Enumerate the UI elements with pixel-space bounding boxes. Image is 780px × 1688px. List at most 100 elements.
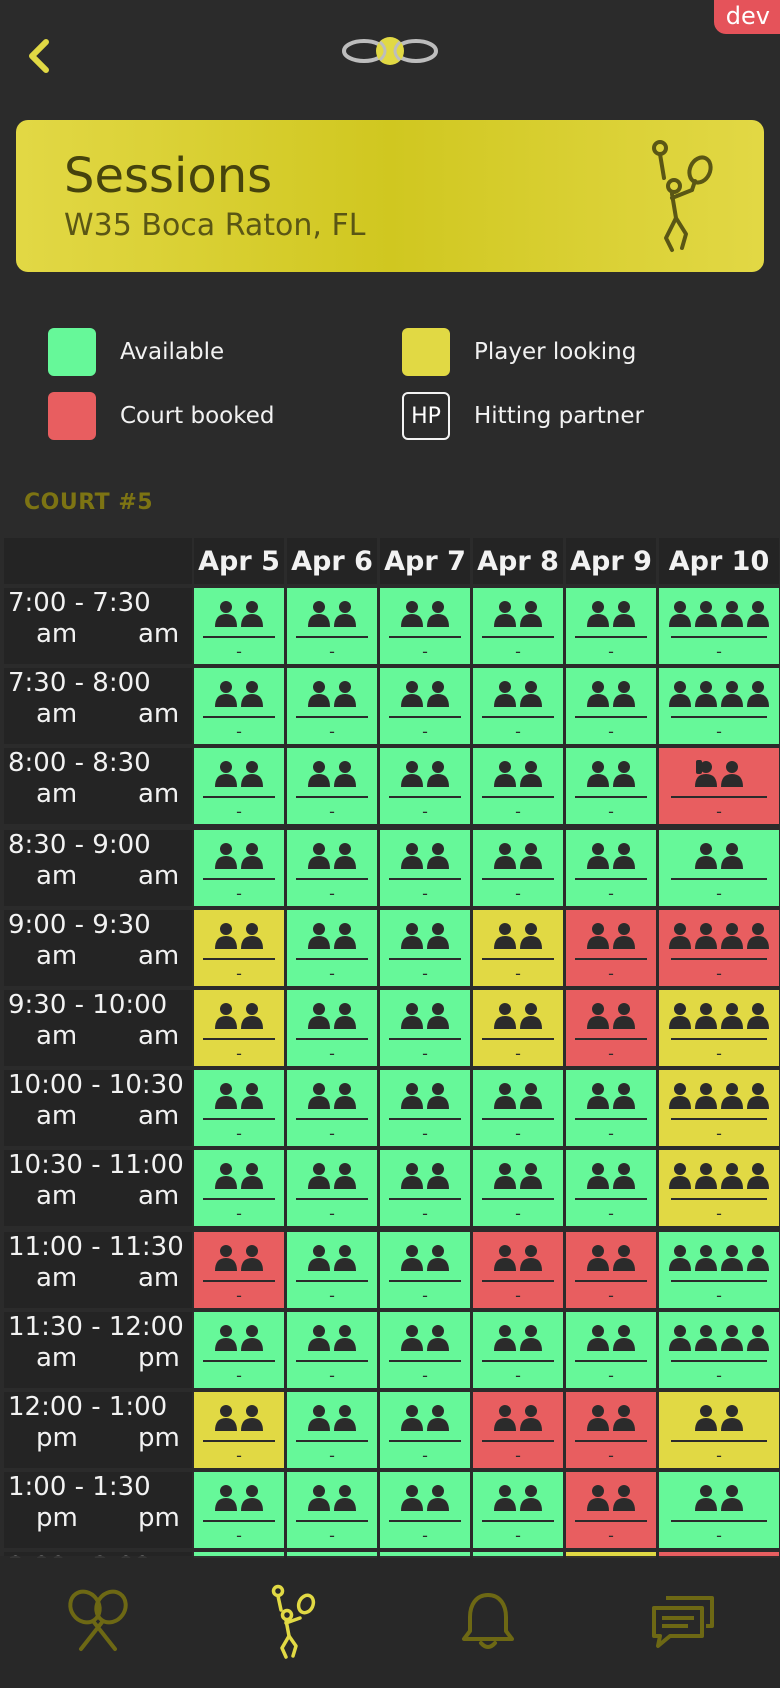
session-slot-avail[interactable]: - [659,1232,779,1308]
session-slot-avail[interactable]: - [287,1392,377,1468]
session-slot-avail[interactable]: - [473,1312,563,1388]
slot-divider [296,1520,368,1522]
slot-status: - [515,642,521,661]
slot-players [667,678,771,710]
session-slot-avail[interactable]: - [380,1150,470,1226]
nav-sessions-rackets[interactable] [43,1572,153,1672]
session-slot-avail[interactable]: - [380,588,470,664]
session-slot-booked[interactable]: - [566,1392,656,1468]
nav-player[interactable] [238,1572,348,1672]
session-slot-avail[interactable]: - [566,830,656,906]
session-slot-booked[interactable]: - [659,748,779,824]
session-slot-looking[interactable]: - [659,1392,779,1468]
session-slot-booked[interactable]: - [566,1472,656,1548]
session-slot-avail[interactable]: - [473,588,563,664]
session-slot-avail[interactable]: - [287,748,377,824]
session-slot-avail[interactable]: - [194,1472,284,1548]
session-slot-looking[interactable]: - [659,1070,779,1146]
session-slot-avail[interactable]: - [287,1070,377,1146]
players-icon [215,923,263,949]
session-slot-avail[interactable]: - [287,990,377,1066]
session-slot-avail[interactable]: - [473,1150,563,1226]
time-ampm-start: pm [36,1423,78,1453]
slot-players [492,1160,544,1192]
players-icon [308,761,356,787]
time-range: 11:00 - 11:30 [8,1232,184,1262]
session-slot-avail[interactable]: - [380,1472,470,1548]
slot-divider [575,958,647,960]
session-slot-booked[interactable]: - [659,910,779,986]
session-slot-looking[interactable]: - [659,990,779,1066]
session-slot-avail[interactable]: - [473,748,563,824]
session-slot-avail[interactable]: - [287,1472,377,1548]
session-slot-avail[interactable]: - [380,910,470,986]
session-slot-looking[interactable]: - [194,990,284,1066]
session-slot-avail[interactable]: - [659,1312,779,1388]
session-slot-avail[interactable]: - [380,668,470,744]
session-slot-avail[interactable]: - [473,830,563,906]
slot-status: - [608,642,614,661]
session-slot-avail[interactable]: - [287,1232,377,1308]
slot-status: - [716,964,722,983]
session-slot-looking[interactable]: - [473,910,563,986]
session-slot-avail[interactable]: - [473,1472,563,1548]
session-slot-booked[interactable]: - [194,1232,284,1308]
session-slot-looking[interactable]: - [194,1392,284,1468]
slot-divider [203,1038,275,1040]
session-slot-avail[interactable]: - [566,1312,656,1388]
session-slot-avail[interactable]: - [659,588,779,664]
players-icon [494,1405,542,1431]
slot-players [667,920,771,952]
session-slot-avail[interactable]: - [659,830,779,906]
session-slot-avail[interactable]: - [287,1312,377,1388]
session-slot-booked[interactable]: - [566,910,656,986]
session-slot-avail[interactable]: - [194,1312,284,1388]
session-slot-looking[interactable]: - [473,990,563,1066]
session-slot-avail[interactable]: - [566,1070,656,1146]
slot-players [306,758,358,790]
session-slot-looking[interactable]: - [194,910,284,986]
session-slot-booked[interactable]: - [566,990,656,1066]
session-slot-avail[interactable]: - [473,1070,563,1146]
session-slot-avail[interactable]: - [380,1232,470,1308]
session-slot-avail[interactable]: - [473,668,563,744]
session-slot-avail[interactable]: - [566,748,656,824]
session-slot-avail[interactable]: - [287,1150,377,1226]
back-button[interactable] [22,36,56,76]
slot-divider [482,1360,554,1362]
session-slot-avail[interactable]: - [380,1312,470,1388]
session-slot-avail[interactable]: - [287,588,377,664]
nav-messages[interactable] [628,1572,738,1672]
session-slot-avail[interactable]: - [194,588,284,664]
session-slot-avail[interactable]: - [380,990,470,1066]
session-slot-avail[interactable]: - [194,1150,284,1226]
session-slot-avail[interactable]: - [566,1150,656,1226]
slot-divider [389,1280,461,1282]
session-slot-avail[interactable]: - [194,668,284,744]
session-slot-avail[interactable]: - [659,668,779,744]
players-icon [669,1083,769,1109]
session-slot-avail[interactable]: - [659,1472,779,1548]
session-slot-looking[interactable]: - [659,1150,779,1226]
players-icon [401,761,449,787]
session-slot-avail[interactable]: - [380,748,470,824]
session-slot-avail[interactable]: - [566,588,656,664]
session-slot-avail[interactable]: - [287,830,377,906]
session-slot-avail[interactable]: - [380,1070,470,1146]
session-slot-avail[interactable]: - [287,668,377,744]
session-slot-booked[interactable]: - [473,1392,563,1468]
session-slot-avail[interactable]: - [194,830,284,906]
session-slot-avail[interactable]: - [380,1392,470,1468]
slot-players [399,758,451,790]
session-slot-booked[interactable]: - [566,1232,656,1308]
slot-status: - [716,1366,722,1385]
session-slot-avail[interactable]: - [194,748,284,824]
session-slot-avail[interactable]: - [566,668,656,744]
session-slot-booked[interactable]: - [473,1232,563,1308]
session-slot-avail[interactable]: - [380,830,470,906]
nav-notifications[interactable] [433,1572,543,1672]
players-icon [695,1485,743,1511]
slot-status: - [236,964,242,983]
session-slot-avail[interactable]: - [287,910,377,986]
session-slot-avail[interactable]: - [194,1070,284,1146]
